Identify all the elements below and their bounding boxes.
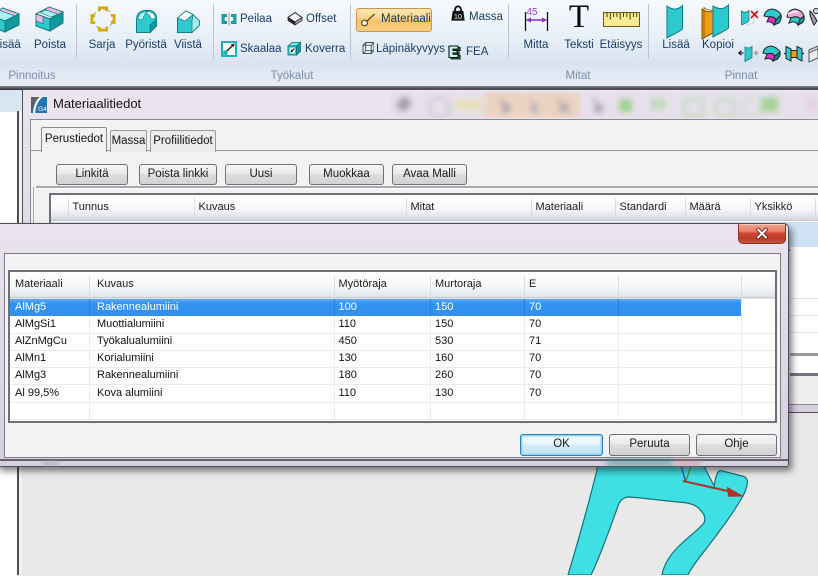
svg-text:45: 45 bbox=[526, 7, 538, 18]
svg-text:G4: G4 bbox=[38, 106, 47, 113]
svg-text:10: 10 bbox=[454, 13, 462, 21]
